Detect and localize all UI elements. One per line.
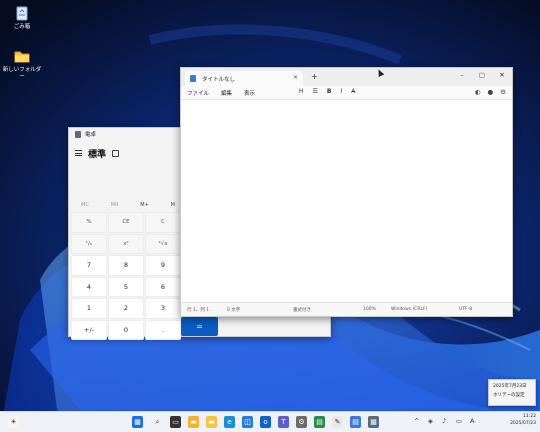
calc-key[interactable]: 1 bbox=[71, 298, 107, 319]
italic-button[interactable]: I bbox=[340, 88, 342, 95]
calc-key[interactable]: 9 bbox=[145, 255, 181, 276]
minimize-button[interactable]: – bbox=[452, 68, 472, 82]
tooltip-holiday: ホリデーの設定 bbox=[493, 393, 525, 398]
calc-key[interactable]: 0 bbox=[108, 319, 144, 340]
notepad-menu-bar: ファイル 編集 表示 H ☰ B I A̶ ◐ ● ⚙ bbox=[181, 86, 512, 99]
calc-key[interactable]: +/- bbox=[71, 319, 107, 340]
calc-key[interactable]: 3 bbox=[145, 298, 181, 319]
keep-on-top-icon[interactable] bbox=[112, 149, 120, 157]
clock-tooltip: 2025年7月23日 ホリデーの設定 bbox=[488, 379, 536, 406]
memory-recall-button[interactable]: MR bbox=[111, 202, 119, 208]
battery-icon[interactable]: ▭ bbox=[456, 417, 462, 425]
calculator-app-icon bbox=[75, 130, 81, 138]
folder-taskbar-icon[interactable]: ▬ bbox=[206, 416, 217, 428]
equals-button[interactable]: = bbox=[181, 317, 218, 336]
calc-key[interactable]: 8 bbox=[108, 255, 144, 276]
memory-add-button[interactable]: M+ bbox=[140, 202, 149, 208]
tab-untitled[interactable]: タイトルなし × bbox=[185, 71, 303, 86]
hamburger-menu-icon[interactable] bbox=[75, 150, 82, 156]
desktop-icon-label: 新しいフォルダー bbox=[2, 67, 42, 80]
show-hidden-icons-chevron-icon[interactable]: ^ bbox=[414, 417, 419, 425]
calc-key[interactable]: CE bbox=[108, 212, 144, 233]
bold-button[interactable]: B bbox=[327, 88, 332, 95]
tray-clock[interactable]: 11:22 2025/07/23 bbox=[510, 414, 536, 427]
calc-key[interactable]: 6 bbox=[145, 276, 181, 297]
task-view-icon[interactable]: ▭ bbox=[170, 416, 181, 428]
tooltip-date: 2025年7月23日 bbox=[493, 384, 527, 389]
start-icon[interactable]: ▦ bbox=[132, 416, 143, 428]
settings-gear-icon[interactable]: ⚙ bbox=[500, 88, 506, 96]
recycle-bin-icon bbox=[13, 4, 31, 22]
close-button[interactable]: ✕ bbox=[492, 68, 512, 82]
outlook-icon[interactable]: o bbox=[260, 416, 271, 428]
new-tab-button[interactable]: + bbox=[311, 72, 318, 81]
heading-dropdown[interactable]: H bbox=[299, 88, 304, 95]
format-toolbar: H ☰ B I A̶ bbox=[299, 88, 355, 95]
status-line-ending[interactable]: Windows (CRLF) bbox=[391, 307, 427, 312]
taskbar: ☀ ▦ ⌕ ▭ ▬ ▬ e ◫ o T ⚙ ▤ ✎ ▤ ▦ ^ ◈ ♪ ▭ A … bbox=[0, 411, 540, 432]
folder-icon bbox=[13, 47, 31, 65]
app-icon-green[interactable]: ▤ bbox=[314, 416, 325, 428]
memory-clear-button[interactable]: MC bbox=[81, 202, 89, 208]
calculator-keypad: % CE C ¹/ₓ x² ²√x 7 8 9 4 5 6 1 2 3 +/- 0. bbox=[71, 212, 181, 340]
network-icon[interactable]: ◈ bbox=[428, 417, 433, 425]
settings-app-icon[interactable]: ⚙ bbox=[296, 416, 307, 428]
search-icon[interactable]: ⌕ bbox=[152, 416, 163, 428]
memory-button[interactable]: M bbox=[171, 202, 175, 208]
maximize-button[interactable]: ▢ bbox=[472, 68, 492, 82]
notepad-tab-bar: タイトルなし × + – ▢ ✕ bbox=[181, 68, 512, 86]
window-controls: – ▢ ✕ bbox=[452, 68, 512, 82]
calculator-taskbar-icon[interactable]: ▦ bbox=[368, 416, 379, 428]
calc-key[interactable]: ¹/ₓ bbox=[71, 233, 107, 254]
tab-title: タイトルなし bbox=[202, 76, 236, 83]
calc-key[interactable]: 4 bbox=[71, 276, 107, 297]
status-formatting[interactable]: 書式付き bbox=[293, 307, 311, 313]
clock-date: 2025/07/23 bbox=[510, 420, 536, 426]
menu-view[interactable]: 表示 bbox=[244, 89, 255, 97]
notepad-taskbar-icon[interactable]: ▤ bbox=[350, 416, 361, 428]
calc-key[interactable]: C bbox=[145, 212, 181, 233]
desktop-icon-new-folder[interactable]: 新しいフォルダー bbox=[2, 47, 42, 81]
status-zoom[interactable]: 100% bbox=[363, 307, 376, 312]
calc-key[interactable]: . bbox=[145, 319, 181, 340]
volume-icon[interactable]: ♪ bbox=[442, 417, 446, 425]
calc-key[interactable]: 5 bbox=[108, 276, 144, 297]
desktop-icon-recycle-bin[interactable]: ごみ箱 bbox=[2, 4, 42, 31]
ime-icon[interactable]: A bbox=[470, 417, 474, 425]
account-icon[interactable]: ● bbox=[488, 88, 494, 96]
tab-close-icon[interactable]: × bbox=[293, 74, 298, 81]
menu-edit[interactable]: 編集 bbox=[221, 89, 232, 97]
teams-icon[interactable]: T bbox=[278, 416, 289, 428]
status-char-count: 0 文字 bbox=[227, 308, 241, 313]
desktop-icon-label: ごみ箱 bbox=[13, 24, 31, 30]
paint-icon[interactable]: ✎ bbox=[332, 416, 343, 428]
clear-format-button[interactable]: A̶ bbox=[351, 88, 355, 95]
list-dropdown[interactable]: ☰ bbox=[313, 88, 318, 95]
calc-key[interactable]: % bbox=[71, 212, 107, 233]
copilot-icon[interactable]: ◐ bbox=[475, 88, 481, 96]
widgets-icon[interactable]: ☀ bbox=[8, 416, 19, 428]
calculator-mode-title: 標準 bbox=[88, 149, 107, 160]
store-icon[interactable]: ◫ bbox=[242, 416, 253, 428]
status-encoding[interactable]: UTF-8 bbox=[459, 307, 472, 312]
calc-key[interactable]: x² bbox=[108, 233, 144, 254]
status-position: 行 1、列 1 bbox=[187, 308, 210, 313]
notepad-file-icon bbox=[190, 75, 196, 82]
notepad-editor[interactable] bbox=[181, 99, 512, 302]
notepad-status-bar: 行 1、列 1 0 文字 書式付き 100% Windows (CRLF) UT… bbox=[181, 302, 512, 316]
file-explorer-icon[interactable]: ▬ bbox=[188, 416, 199, 428]
notepad-window[interactable]: タイトルなし × + – ▢ ✕ ファイル 編集 表示 H ☰ B I A̶ ◐… bbox=[180, 67, 513, 317]
notepad-right-icons: ◐ ● ⚙ bbox=[475, 88, 506, 96]
calc-key[interactable]: 2 bbox=[108, 298, 144, 319]
calculator-window-title: 電卓 bbox=[85, 132, 97, 138]
calc-key[interactable]: ²√x bbox=[145, 233, 181, 254]
calc-key[interactable]: 7 bbox=[71, 255, 107, 276]
memory-row: MC MR M+ M bbox=[69, 202, 181, 208]
menu-file[interactable]: ファイル bbox=[187, 89, 209, 97]
edge-icon[interactable]: e bbox=[224, 416, 235, 428]
